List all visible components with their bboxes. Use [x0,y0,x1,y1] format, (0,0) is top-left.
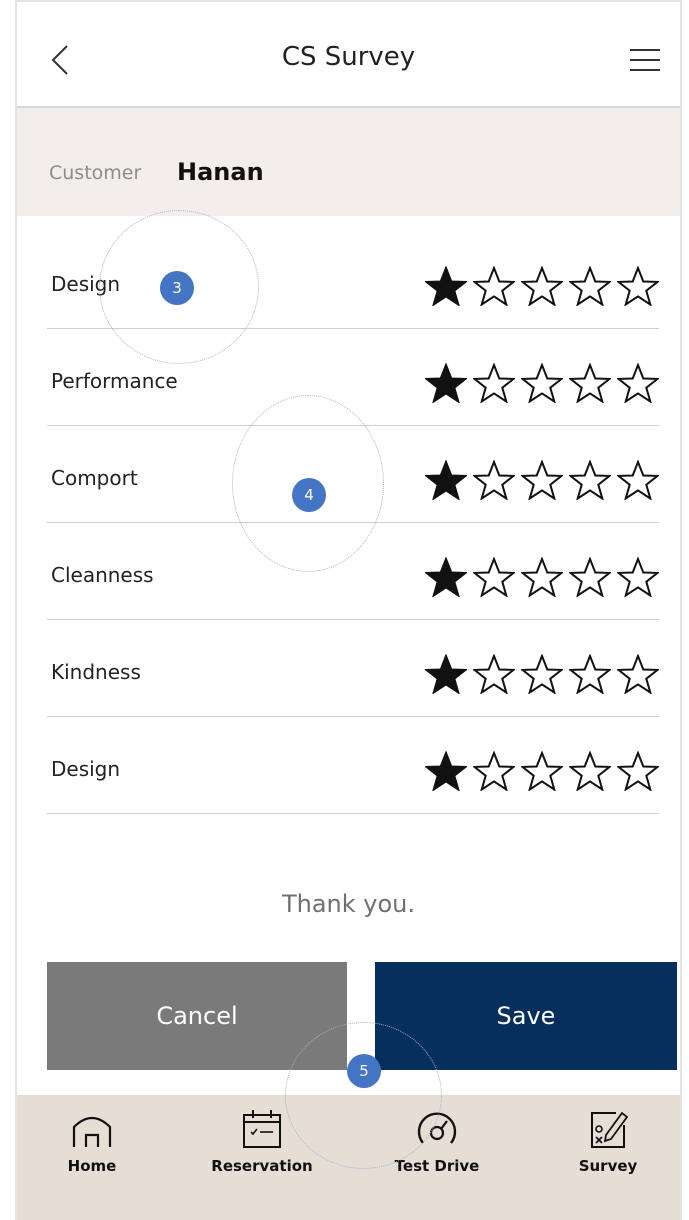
home-icon [72,1116,112,1147]
annotation-badge: 5 [347,1054,381,1088]
star-outline-icon[interactable] [473,266,515,306]
tab-label: Test Drive [394,1157,480,1175]
star-outline-icon[interactable] [473,751,515,791]
star-outline-icon[interactable] [617,363,659,403]
speedometer-icon [417,1112,457,1144]
star-rating [425,460,659,500]
survey-item-label: Cleanness [51,563,154,587]
bottom-tab-bar: Home Reservation Test Drive Survey [17,1095,680,1220]
star-outline-icon[interactable] [521,266,563,306]
annotation-badge: 3 [160,271,194,305]
star-outline-icon[interactable] [521,557,563,597]
star-outline-icon[interactable] [569,460,611,500]
star-outline-icon[interactable] [569,363,611,403]
star-rating [425,751,659,791]
star-outline-icon[interactable] [569,654,611,694]
star-filled-icon[interactable] [425,363,467,403]
thank-you-message: Thank you. [281,890,416,918]
hamburger-menu-icon[interactable] [628,46,662,74]
survey-row: Comport [47,426,659,523]
survey-item-label: Comport [51,466,138,490]
top-bar: CS Survey [17,0,680,108]
star-rating [425,266,659,306]
survey-item-label: Kindness [51,660,141,684]
star-filled-icon[interactable] [425,654,467,694]
star-filled-icon[interactable] [425,460,467,500]
star-outline-icon[interactable] [521,460,563,500]
tab-home[interactable]: Home [27,1107,157,1175]
survey-row: Design [47,232,659,329]
star-outline-icon[interactable] [521,751,563,791]
star-outline-icon[interactable] [473,363,515,403]
tab-label: Survey [578,1157,638,1175]
survey-list: Design Performance Comport Cleanness Kindnes… [47,232,659,814]
star-filled-icon[interactable] [425,266,467,306]
tab-reservation[interactable]: Reservation [197,1107,327,1175]
star-outline-icon[interactable] [617,460,659,500]
survey-item-label: Design [51,272,121,296]
survey-row: Design [47,717,659,814]
survey-item-label: Design [51,757,121,781]
star-outline-icon[interactable] [521,363,563,403]
survey-edit-icon [591,1111,629,1148]
survey-item-label: Performance [51,369,178,393]
star-outline-icon[interactable] [521,654,563,694]
star-outline-icon[interactable] [617,266,659,306]
save-button[interactable]: Save [375,962,677,1070]
star-outline-icon[interactable] [473,460,515,500]
survey-row: Cleanness [47,523,659,620]
tab-survey[interactable]: Survey [543,1107,673,1175]
star-outline-icon[interactable] [473,557,515,597]
tab-test-drive[interactable]: Test Drive [372,1107,502,1175]
star-outline-icon[interactable] [569,557,611,597]
tab-label: Home [67,1157,117,1175]
app-frame: CS Survey Customer Hanan Design Performan… [15,0,682,1220]
survey-row: Performance [47,329,659,426]
survey-row: Kindness [47,620,659,717]
star-outline-icon[interactable] [473,654,515,694]
star-outline-icon[interactable] [617,557,659,597]
calendar-icon [243,1110,281,1148]
star-outline-icon[interactable] [569,266,611,306]
customer-bar: Customer Hanan [17,108,680,216]
annotation-badge: 4 [292,478,326,512]
star-rating [425,557,659,597]
cancel-button[interactable]: Cancel [47,962,347,1070]
star-outline-icon[interactable] [569,751,611,791]
star-filled-icon[interactable] [425,557,467,597]
customer-label: Customer [49,162,142,184]
star-outline-icon[interactable] [617,654,659,694]
star-outline-icon[interactable] [617,751,659,791]
customer-name: Hanan [177,158,264,186]
page-title: CS Survey [281,42,416,72]
star-rating [425,654,659,694]
star-rating [425,363,659,403]
tab-label: Reservation [211,1157,313,1175]
star-filled-icon[interactable] [425,751,467,791]
